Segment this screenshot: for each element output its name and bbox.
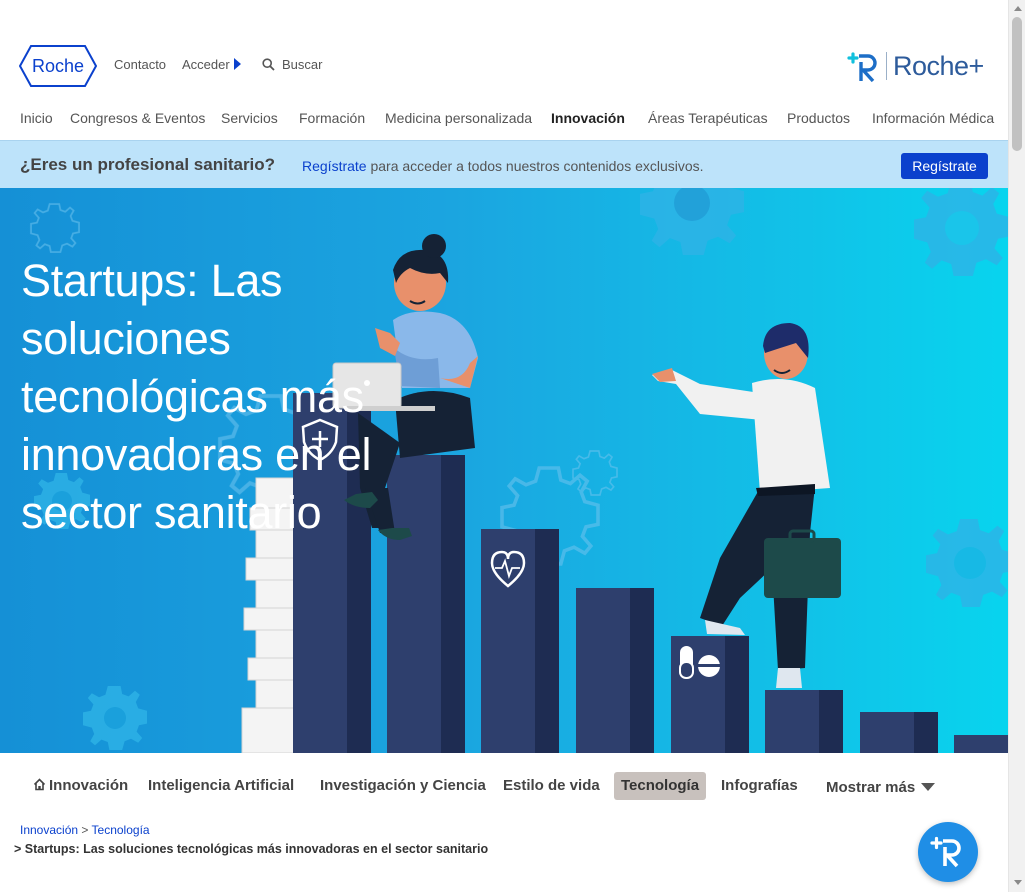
contact-link[interactable]: Contacto: [114, 57, 166, 72]
professional-text: Regístrate para acceder a todos nuestros…: [302, 158, 704, 174]
rocheplus-logo[interactable]: Roche+: [846, 48, 984, 84]
main-navigation: Inicio Congresos & Eventos Servicios For…: [0, 110, 1008, 130]
man-figure: [652, 323, 841, 688]
breadcrumb-separator: >: [81, 823, 89, 837]
nav-item-formacion[interactable]: Formación: [299, 110, 365, 126]
scrollbar-thumb[interactable]: [1012, 17, 1022, 151]
breadcrumb-innovacion[interactable]: Innovación: [20, 823, 78, 837]
breadcrumb-tecnologia[interactable]: Tecnología: [92, 823, 150, 837]
svg-text:Roche: Roche: [32, 56, 84, 76]
roche-logo[interactable]: Roche: [19, 45, 97, 87]
search-icon: [262, 58, 275, 71]
site-header: Roche Contacto Acceder Buscar Roche+ Ini…: [0, 0, 1008, 140]
rocheplus-mark-icon: [847, 52, 877, 83]
login-link[interactable]: Acceder: [182, 57, 241, 72]
vertical-scrollbar[interactable]: [1008, 0, 1025, 892]
nav-item-areas-terapeuticas[interactable]: Áreas Terapéuticas: [648, 110, 768, 126]
breadcrumb-current-page: > Startups: Las soluciones tecnológicas …: [14, 842, 489, 856]
rocheplus-floating-button[interactable]: [918, 822, 978, 882]
nav-item-productos[interactable]: Productos: [787, 110, 850, 126]
nav-item-medicina-personalizada[interactable]: Medicina personalizada: [385, 110, 532, 126]
category-navigation: Innovación Inteligencia Artificial Inves…: [0, 768, 1008, 804]
chevron-down-icon: [921, 783, 936, 791]
category-investigacion-ciencia[interactable]: Investigación y Ciencia: [313, 772, 493, 800]
rocheplus-brand-text: Roche+: [893, 50, 984, 81]
professional-banner: ¿Eres un profesional sanitario? Regístra…: [0, 140, 1008, 188]
login-label: Acceder: [182, 57, 230, 72]
home-icon: [33, 778, 46, 791]
show-more-label: Mostrar más: [826, 779, 916, 796]
category-innovacion[interactable]: Innovación: [26, 772, 135, 800]
category-tecnologia[interactable]: Tecnología: [614, 772, 707, 800]
category-innovacion-label: Innovación: [49, 777, 129, 794]
category-infografias[interactable]: Infografías: [714, 772, 805, 800]
nav-item-innovacion[interactable]: Innovación: [551, 110, 625, 126]
register-button[interactable]: Regístrate: [901, 153, 988, 179]
search-box[interactable]: Buscar: [262, 57, 322, 72]
show-more-button[interactable]: Mostrar más: [819, 774, 942, 802]
scroll-up-arrow-icon[interactable]: [1014, 6, 1022, 11]
logo-divider: [886, 52, 887, 80]
category-estilo-de-vida[interactable]: Estilo de vida: [496, 772, 607, 800]
rocheplus-mark-icon: [930, 836, 961, 868]
nav-item-servicios[interactable]: Servicios: [221, 110, 278, 126]
register-text: para acceder a todos nuestros contenidos…: [366, 158, 704, 174]
register-link[interactable]: Regístrate: [302, 158, 367, 174]
category-inteligencia-artificial[interactable]: Inteligencia Artificial: [141, 772, 301, 800]
play-arrow-icon: [233, 58, 241, 70]
nav-item-congresos-eventos[interactable]: Congresos & Eventos: [70, 110, 205, 126]
nav-item-inicio[interactable]: Inicio: [20, 110, 53, 126]
professional-question: ¿Eres un profesional sanitario?: [20, 155, 276, 174]
scroll-down-arrow-icon[interactable]: [1014, 880, 1022, 885]
nav-item-informacion-medica[interactable]: Información Médica: [872, 110, 994, 126]
breadcrumb: Innovación > Tecnología: [20, 823, 150, 837]
hero-section: Startups: Las soluciones tecnológicas má…: [0, 188, 1008, 753]
hero-title: Startups: Las soluciones tecnológicas má…: [21, 255, 372, 538]
search-placeholder: Buscar: [282, 57, 323, 72]
